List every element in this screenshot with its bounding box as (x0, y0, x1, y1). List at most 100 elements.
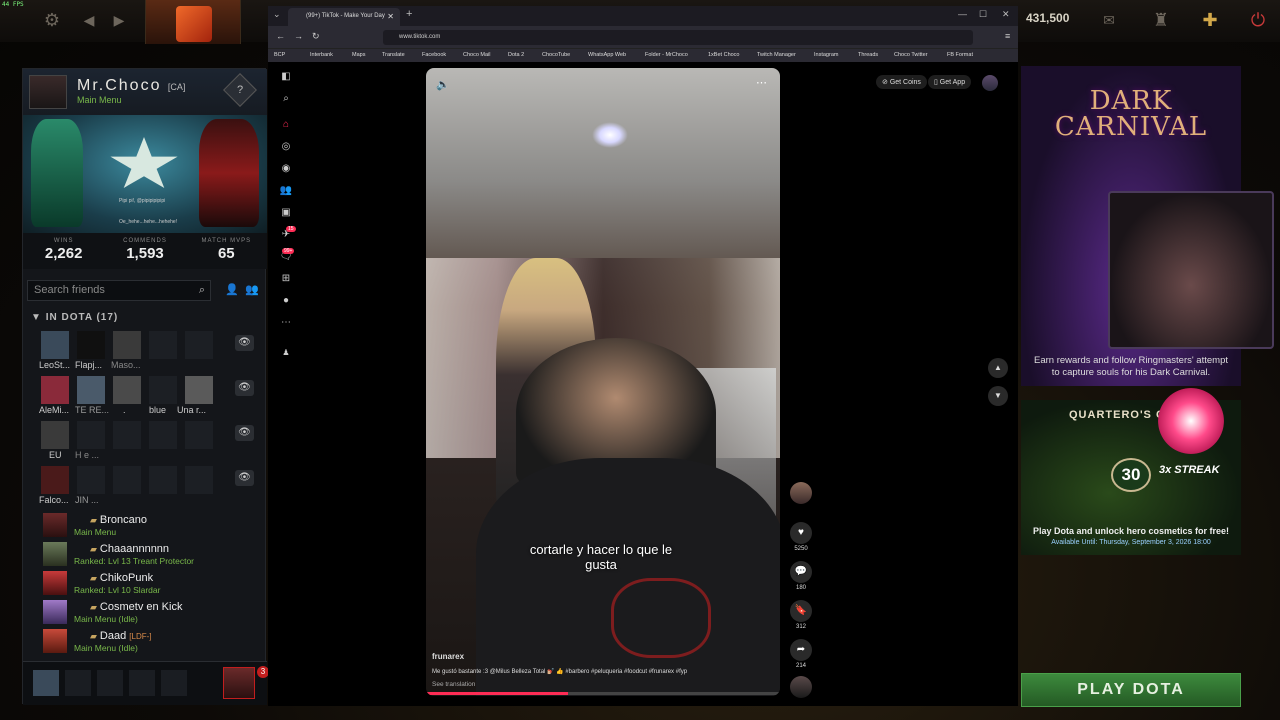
bookmark-item[interactable]: BCP (274, 52, 285, 58)
friend-avatar[interactable] (77, 331, 105, 359)
friend-avatar[interactable] (41, 376, 69, 404)
user-avatar[interactable] (982, 75, 998, 91)
bookmark-item[interactable]: Instagram (814, 52, 838, 58)
party-slot[interactable] (161, 670, 187, 696)
video-progress[interactable] (426, 692, 780, 695)
friend-avatar[interactable] (41, 331, 69, 359)
settings-gear-icon[interactable]: ⚙ (41, 9, 63, 31)
new-tab-icon[interactable]: + (406, 8, 412, 20)
add-friend-icon[interactable]: 👤 (225, 283, 239, 296)
bookmark-item[interactable]: WhatsApp Web (588, 52, 626, 58)
in-dota-header: IN DOTA (17) (45, 312, 119, 323)
friends-icon[interactable]: 👥 (279, 184, 293, 198)
friend-row[interactable]: ▰ Daad [LDF-] Main Menu (Idle) (43, 629, 263, 657)
profile-icon[interactable]: ● (279, 294, 293, 308)
video-author[interactable]: frunarex (432, 652, 464, 661)
share-button[interactable]: ➦ 214 (790, 639, 812, 669)
bookmark-item[interactable]: Facebook (422, 52, 446, 58)
friend-row[interactable]: ▰ Cosmetv en Kick Main Menu (Idle) (43, 600, 263, 628)
friend-avatar[interactable] (77, 421, 105, 449)
friend-row[interactable]: ▰ Broncano Main Menu (43, 513, 263, 541)
search-friends-input[interactable]: Search friends ⌕ (27, 280, 211, 301)
friend-avatar[interactable] (113, 376, 141, 404)
back-icon[interactable]: ← (276, 31, 285, 41)
bookmark-item[interactable]: Choco Twitter (894, 52, 928, 58)
plus-shop-icon[interactable]: ✚ (1199, 9, 1221, 31)
back-arrow-icon[interactable]: ◀ (78, 9, 100, 31)
tab-tiktok[interactable]: (99+) TikTok - Make Your Day ✕ (288, 8, 400, 26)
bookmark-item[interactable]: FB Format (947, 52, 973, 58)
play-dota-button[interactable]: PLAY DOTA (1021, 673, 1241, 707)
party-slot[interactable] (129, 670, 155, 696)
bookmark-item[interactable]: Threads (858, 52, 878, 58)
see-translation-link[interactable]: See translation (432, 681, 475, 688)
following-icon[interactable]: ◉ (279, 162, 293, 176)
get-app-button[interactable]: ▯ Get App (928, 75, 972, 89)
tab-list-icon[interactable]: ⌄ (273, 9, 281, 20)
spectate-eye-icon[interactable]: 👁 (235, 425, 254, 441)
bookmark-item[interactable]: Choco Mail (463, 52, 491, 58)
bookmark-item[interactable]: Interbank (310, 52, 333, 58)
friend-row[interactable]: ▰ Chaaannnnnn Ranked: Lvl 13 Treant Prote… (43, 542, 263, 570)
menu-icon[interactable]: ≡ (1005, 31, 1010, 41)
bookmark-item[interactable]: Twitch Manager (757, 52, 796, 58)
comment-button[interactable]: 💬 180 (790, 561, 812, 591)
bookmark-item[interactable]: Folder - MrChoco (645, 52, 688, 58)
friend-avatar[interactable] (41, 421, 69, 449)
sidebar-toggle-icon[interactable]: ◧ (279, 70, 293, 84)
search-icon[interactable]: ⌕ (279, 92, 293, 106)
close-tab-icon[interactable]: ✕ (387, 12, 394, 21)
upload-icon[interactable]: ⊞ (279, 272, 293, 286)
previous-video-icon[interactable]: ▲ (988, 358, 1008, 378)
chat-avatar[interactable] (223, 667, 255, 699)
armory-icon[interactable]: ♜ (1150, 9, 1172, 31)
more-options-icon[interactable]: ⋯ (756, 76, 767, 89)
bookmark-item[interactable]: ChocoTube (542, 52, 570, 58)
address-bar[interactable]: www.tiktok.com (383, 30, 973, 45)
get-coins-button[interactable]: ⊘ Get Coins (876, 75, 927, 89)
save-button[interactable]: 🔖 312 (790, 600, 812, 630)
next-video-icon[interactable]: ▼ (988, 386, 1008, 406)
bookmark-item[interactable]: 1xBet Choco (708, 52, 740, 58)
collapse-arrow-icon[interactable]: ▼ (31, 312, 46, 323)
mail-icon[interactable]: ✉ (1098, 9, 1120, 31)
power-icon[interactable]: ⏻ (1247, 9, 1269, 31)
profile-header[interactable]: Mr.Choco [CA] Main Menu ? (23, 69, 267, 115)
explore-icon[interactable]: ◎ (279, 140, 293, 154)
party-slot[interactable] (65, 670, 91, 696)
spectate-eye-icon[interactable]: 👁 (235, 335, 254, 351)
more-icon[interactable]: ⋯ (279, 316, 293, 330)
party-slot[interactable] (97, 670, 123, 696)
bookmark-item[interactable]: Maps (352, 52, 365, 58)
bookmark-item[interactable]: Dota 2 (508, 52, 524, 58)
friend-avatar[interactable] (77, 376, 105, 404)
avatar[interactable] (29, 75, 67, 109)
close-window-icon[interactable]: ✕ (1002, 9, 1010, 20)
friends-list-icon[interactable]: 👥 (245, 283, 259, 296)
creator-avatar[interactable] (790, 482, 812, 504)
live-icon[interactable]: ▣ (279, 206, 293, 220)
game-icon[interactable]: ♟ (279, 346, 293, 360)
music-disc[interactable] (790, 676, 812, 698)
volume-icon[interactable]: 🔈 (436, 78, 450, 91)
home-icon[interactable]: ⌂ (279, 118, 293, 132)
friend-avatar[interactable] (41, 466, 69, 494)
maximize-icon[interactable]: ☐ (979, 9, 987, 20)
search-icon[interactable]: ⌕ (199, 284, 205, 297)
minimize-icon[interactable]: — (958, 9, 967, 19)
rank-medal-icon[interactable]: ? (223, 73, 257, 107)
forward-arrow-icon[interactable]: ▶ (108, 9, 130, 31)
spectate-eye-icon[interactable]: 👁 (235, 470, 254, 486)
video-player[interactable]: 🔈 ⋯ cortarle y hacer lo que le gusta fru… (426, 68, 780, 696)
friend-avatar[interactable] (77, 466, 105, 494)
party-slot-self[interactable] (33, 670, 59, 696)
bookmark-item[interactable]: Translate (382, 52, 405, 58)
reload-icon[interactable]: ↻ (312, 31, 320, 42)
friend-avatar[interactable] (185, 376, 213, 404)
spectate-eye-icon[interactable]: 👁 (235, 380, 254, 396)
like-button[interactable]: ♥ 5250 (790, 522, 812, 552)
friend-row[interactable]: ▰ ChikoPunk Ranked: Lvl 10 Slardar (43, 571, 263, 599)
friend-avatar[interactable] (113, 331, 141, 359)
forward-icon[interactable]: → (294, 31, 303, 41)
dota-logo-button[interactable] (145, 0, 241, 44)
